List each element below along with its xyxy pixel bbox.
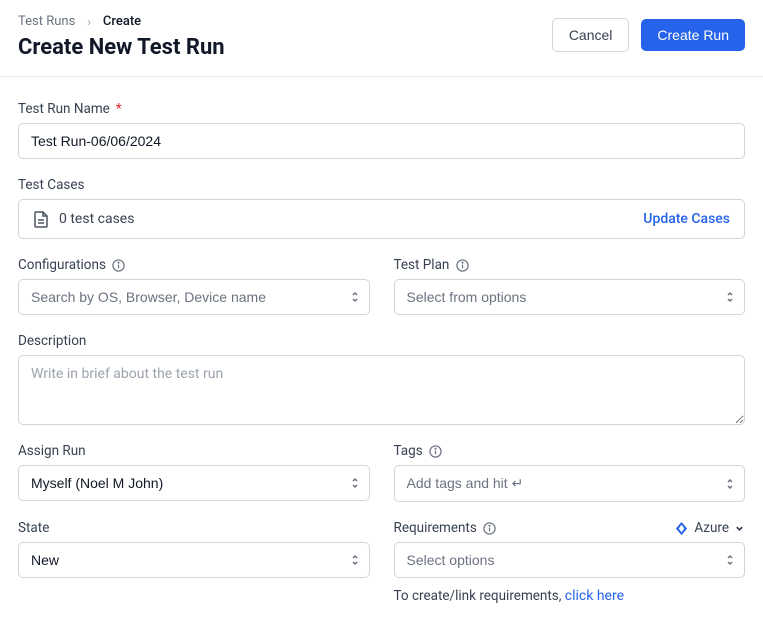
updown-icon bbox=[350, 553, 360, 567]
updown-icon bbox=[350, 290, 360, 304]
requirements-select[interactable]: Select options bbox=[394, 542, 746, 578]
breadcrumb-current: Create bbox=[103, 14, 141, 29]
test-cases-box: 0 test cases Update Cases bbox=[18, 199, 745, 239]
info-icon[interactable] bbox=[429, 444, 443, 458]
cancel-button[interactable]: Cancel bbox=[552, 18, 630, 52]
updown-icon bbox=[350, 476, 360, 490]
test-cases-count: 0 test cases bbox=[59, 211, 134, 227]
integration-name: Azure bbox=[694, 520, 729, 536]
info-icon[interactable] bbox=[112, 258, 126, 272]
requirements-helper: To create/link requirements, click here bbox=[394, 588, 746, 604]
configurations-label: Configurations bbox=[18, 257, 370, 273]
updown-icon bbox=[725, 477, 735, 491]
updown-icon bbox=[725, 553, 735, 567]
info-icon[interactable] bbox=[483, 521, 497, 535]
name-label: Test Run Name* bbox=[18, 101, 745, 117]
test-plan-label: Test Plan bbox=[394, 257, 746, 273]
integration-selector[interactable]: Azure bbox=[674, 520, 745, 536]
configurations-select[interactable]: Search by OS, Browser, Device name bbox=[18, 279, 370, 315]
state-select[interactable]: New bbox=[18, 542, 370, 578]
requirements-label: Requirements bbox=[394, 520, 497, 536]
document-icon bbox=[33, 210, 49, 228]
update-cases-link[interactable]: Update Cases bbox=[643, 211, 730, 227]
test-run-name-input[interactable] bbox=[18, 123, 745, 159]
updown-icon bbox=[725, 290, 735, 304]
create-run-button[interactable]: Create Run bbox=[641, 19, 745, 51]
tags-label: Tags bbox=[394, 443, 746, 459]
tags-input[interactable]: Add tags and hit ↵ bbox=[394, 465, 746, 502]
breadcrumb: Test Runs › Create bbox=[18, 14, 225, 29]
test-plan-select[interactable]: Select from options bbox=[394, 279, 746, 315]
state-label: State bbox=[18, 520, 370, 536]
requirements-helper-link[interactable]: click here bbox=[565, 588, 624, 604]
description-textarea[interactable] bbox=[18, 355, 745, 425]
description-label: Description bbox=[18, 333, 745, 349]
assign-run-select[interactable]: Myself (Noel M John) bbox=[18, 465, 370, 501]
azure-icon bbox=[674, 521, 689, 536]
breadcrumb-parent[interactable]: Test Runs bbox=[18, 14, 75, 29]
page-title: Create New Test Run bbox=[18, 35, 225, 60]
test-cases-label: Test Cases bbox=[18, 177, 745, 193]
info-icon[interactable] bbox=[455, 258, 469, 272]
assign-run-label: Assign Run bbox=[18, 443, 370, 459]
chevron-down-icon bbox=[734, 523, 745, 534]
chevron-right-icon: › bbox=[87, 15, 91, 29]
